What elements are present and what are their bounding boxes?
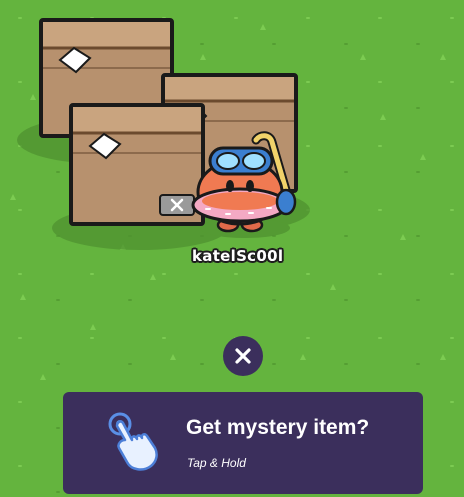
prompt-title: Get mystery item? bbox=[186, 416, 370, 439]
player-name-label: katelSc00l bbox=[192, 247, 284, 265]
prompt-subtitle: Tap & Hold bbox=[187, 456, 246, 470]
close-icon bbox=[235, 348, 251, 364]
cardboard-box-3 bbox=[69, 103, 205, 226]
close-button[interactable] bbox=[223, 336, 263, 376]
tap-hand-icon bbox=[108, 412, 158, 471]
mystery-item-prompt[interactable]: Get mystery item? Tap & Hold bbox=[63, 392, 423, 494]
